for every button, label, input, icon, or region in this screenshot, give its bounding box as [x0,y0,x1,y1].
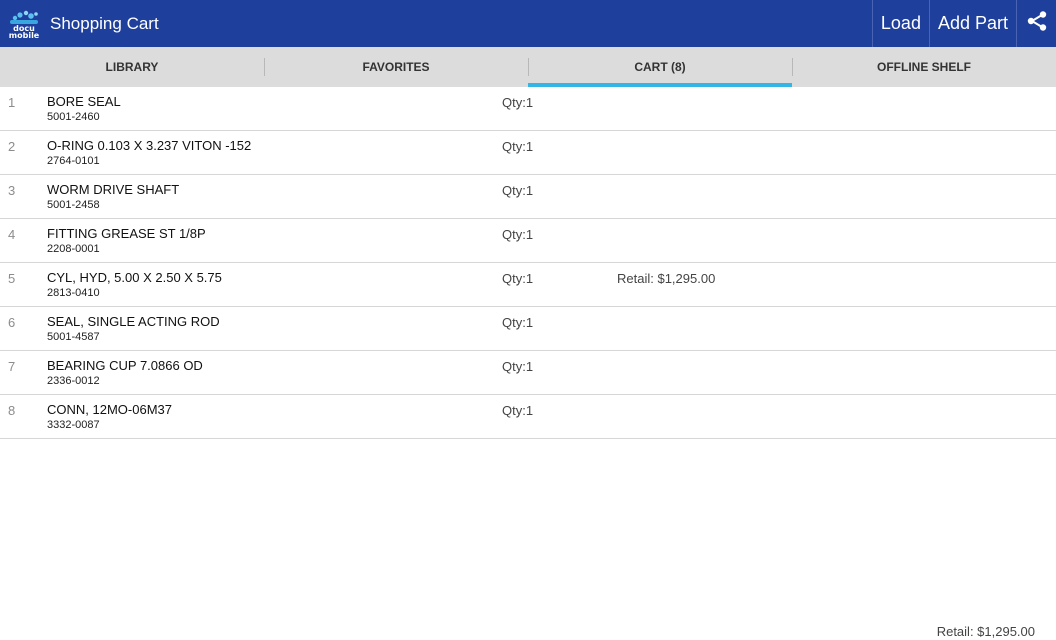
part-number: 2208-0001 [47,243,100,255]
row-index: 1 [8,95,16,110]
retail-price: Retail: $1,295.00 [617,271,716,286]
quantity: Qty:1 [502,403,534,418]
cart-row[interactable]: 1 BORE SEAL 5001-2460 Qty:1 [0,87,1056,131]
row-index: 5 [8,271,16,286]
quantity: Qty:1 [502,139,534,154]
documobile-logo[interactable]: docu mobile [4,0,44,47]
part-name: BORE SEAL [47,94,121,109]
cart-row[interactable]: 8 CONN, 12MO-06M37 3332-0087 Qty:1 [0,395,1056,439]
quantity: Qty:1 [502,271,534,286]
quantity: Qty:1 [502,183,534,198]
tab-offline-shelf[interactable]: OFFLINE SHELF [792,47,1056,87]
cart-total-retail: Retail: $1,295.00 [936,624,1035,639]
row-index: 2 [8,139,16,154]
load-button[interactable]: Load [871,0,929,47]
part-number: 2336-0012 [47,375,100,387]
part-number: 5001-2460 [47,111,100,123]
part-number: 5001-4587 [47,331,100,343]
row-index: 4 [8,227,16,242]
cart-row[interactable]: 3 WORM DRIVE SHAFT 5001-2458 Qty:1 [0,175,1056,219]
action-bar: docu mobile Shopping Cart Load Add Part [0,0,1056,47]
cart-row[interactable]: 7 BEARING CUP 7.0866 OD 2336-0012 Qty:1 [0,351,1056,395]
page-title: Shopping Cart [50,13,159,33]
row-index: 8 [8,403,16,418]
row-index: 7 [8,359,16,374]
part-name: CONN, 12MO-06M37 [47,402,172,417]
quantity: Qty:1 [502,315,534,330]
part-number: 2813-0410 [47,287,100,299]
part-number: 5001-2458 [47,199,100,211]
tab-cart[interactable]: CART (8) [528,47,792,87]
part-number: 2764-0101 [47,155,100,167]
row-index: 3 [8,183,16,198]
part-name: CYL, HYD, 5.00 X 2.50 X 5.75 [47,270,222,285]
cart-row[interactable]: 4 FITTING GREASE ST 1/8P 2208-0001 Qty:1 [0,219,1056,263]
part-number: 3332-0087 [47,419,100,431]
cart-list: 1 BORE SEAL 5001-2460 Qty:1 2 O-RING 0.1… [0,87,1056,439]
part-name: O-RING 0.103 X 3.237 VITON -152 [47,138,252,153]
share-icon [1026,10,1048,37]
part-name: SEAL, SINGLE ACTING ROD [47,314,220,329]
svg-text:mobile: mobile [9,31,40,39]
part-name: FITTING GREASE ST 1/8P [47,226,206,241]
quantity: Qty:1 [502,227,534,242]
share-button[interactable] [1016,0,1056,47]
cart-row[interactable]: 6 SEAL, SINGLE ACTING ROD 5001-4587 Qty:… [0,307,1056,351]
tab-bar: LIBRARY FAVORITES CART (8) OFFLINE SHELF [0,47,1056,87]
part-name: BEARING CUP 7.0866 OD [47,358,203,373]
cart-row[interactable]: 5 CYL, HYD, 5.00 X 2.50 X 5.75 2813-0410… [0,263,1056,307]
part-name: WORM DRIVE SHAFT [47,182,180,197]
add-part-button[interactable]: Add Part [928,0,1016,47]
quantity: Qty:1 [502,359,534,374]
tab-favorites[interactable]: FAVORITES [264,47,528,87]
cart-row[interactable]: 2 O-RING 0.103 X 3.237 VITON -152 2764-0… [0,131,1056,175]
quantity: Qty:1 [502,95,534,110]
tab-library[interactable]: LIBRARY [0,47,264,87]
row-index: 6 [8,315,16,330]
